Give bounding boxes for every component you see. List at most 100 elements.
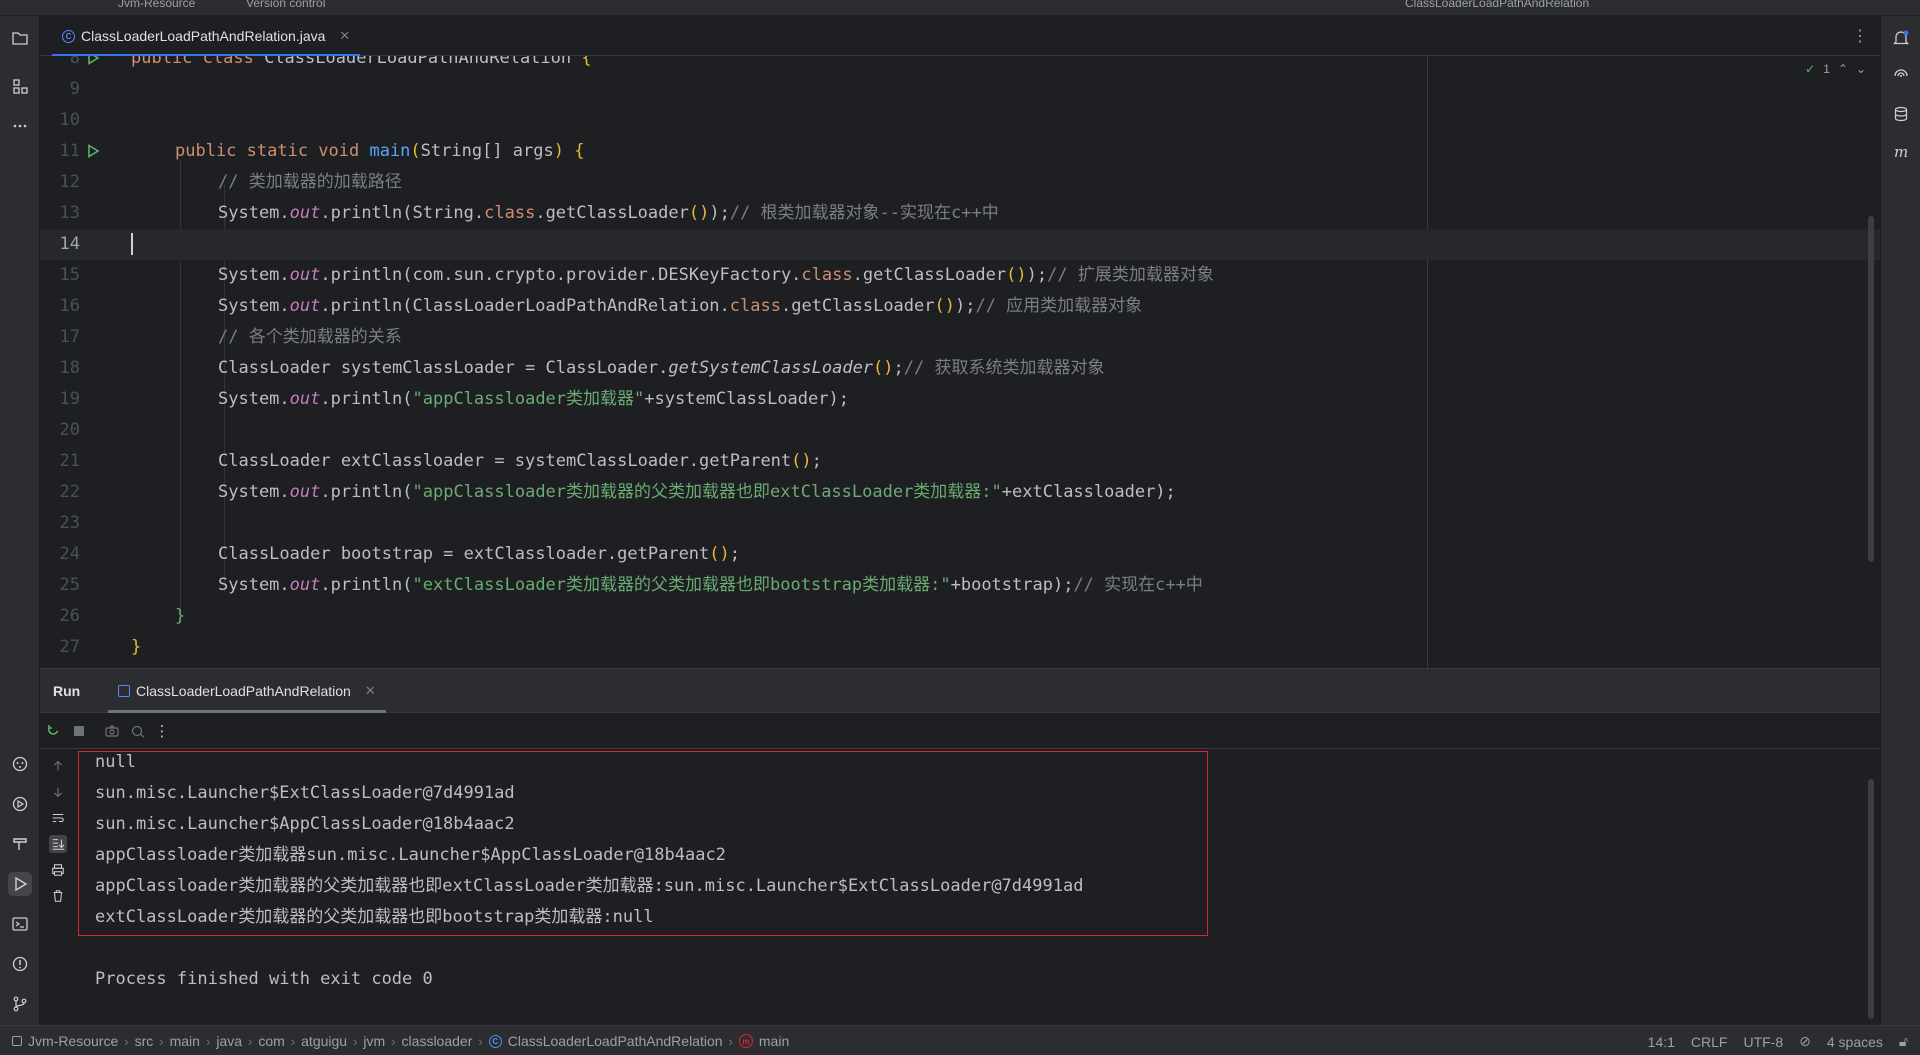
- chevron-right-icon: ›: [124, 1033, 129, 1049]
- code-line: 17 // 各个类加载器的关系: [40, 322, 1880, 353]
- vcs-widget[interactable]: Version control: [246, 0, 325, 10]
- line-number: 8: [69, 56, 80, 68]
- line-number: 15: [59, 265, 80, 285]
- tab-options-icon[interactable]: ⋮: [1852, 26, 1868, 46]
- code-line-current: 14: [40, 229, 1880, 260]
- left-tool-strip: [0, 16, 40, 1025]
- code-text: System.out.println(com.sun.crypto.provid…: [218, 265, 1214, 285]
- notifications-icon[interactable]: [1889, 26, 1913, 50]
- editor-tab[interactable]: C ClassLoaderLoadPathAndRelation.java ✕: [52, 16, 361, 57]
- rerun-icon[interactable]: [45, 723, 61, 739]
- line-separator[interactable]: CRLF: [1691, 1034, 1728, 1050]
- problems-icon[interactable]: [8, 952, 32, 976]
- arrow-down-icon[interactable]: [49, 783, 67, 801]
- structure-icon[interactable]: [8, 74, 32, 98]
- arrow-up-icon[interactable]: [49, 757, 67, 775]
- editor-scrollbar[interactable]: [1868, 216, 1874, 562]
- line-number: 26: [59, 606, 80, 626]
- line-number: 14: [59, 234, 80, 254]
- class-icon: C: [62, 29, 75, 43]
- code-line: 13 System.out.println(String.class.getCl…: [40, 198, 1880, 229]
- line-number: 9: [69, 79, 80, 99]
- code-text: System.out.println("appClassloader类加载器的父…: [218, 482, 1176, 502]
- breadcrumb-item[interactable]: main: [170, 1033, 200, 1049]
- code-line: 19 System.out.println("appClassloader类加载…: [40, 384, 1880, 415]
- stop-icon[interactable]: [71, 723, 87, 739]
- console-scrollbar[interactable]: [1868, 779, 1874, 1019]
- chevron-right-icon: ›: [205, 1033, 211, 1049]
- code-line: 15 System.out.println(com.sun.crypto.pro…: [40, 260, 1880, 291]
- breadcrumb-item[interactable]: java: [216, 1033, 242, 1049]
- build-icon[interactable]: [8, 832, 32, 856]
- run-icon[interactable]: [8, 872, 32, 896]
- breadcrumb: Jvm-Resource › src › main › java › com ›…: [12, 1033, 789, 1049]
- caret-position[interactable]: 14:1: [1648, 1034, 1675, 1050]
- more-icon[interactable]: [8, 114, 32, 138]
- plugins-icon[interactable]: [8, 752, 32, 776]
- line-number: 27: [59, 637, 80, 657]
- code-editor[interactable]: ✓ 1 ⌃ ⌄ 8 public class ClassLoaderLoadPa…: [40, 56, 1880, 668]
- class-icon: C: [488, 1034, 502, 1048]
- scroll-to-end-icon[interactable]: [49, 835, 67, 853]
- indent-setting[interactable]: 4 spaces: [1827, 1034, 1883, 1050]
- database-icon[interactable]: [1889, 102, 1913, 126]
- code-line: 18 ClassLoader systemClassLoader = Class…: [40, 353, 1880, 384]
- breadcrumb-item[interactable]: com: [258, 1033, 284, 1049]
- print-icon[interactable]: [49, 861, 67, 879]
- line-number: 16: [59, 296, 80, 316]
- run-gutter-icon[interactable]: [86, 144, 100, 158]
- code-line: 22 System.out.println("appClassloader类加载…: [40, 477, 1880, 508]
- breadcrumb-item[interactable]: src: [135, 1033, 154, 1049]
- editor-tab-bar: C ClassLoaderLoadPathAndRelation.java ✕ …: [40, 16, 1880, 57]
- code-text: System.out.println(String.class.getClass…: [218, 203, 999, 223]
- file-encoding[interactable]: UTF-8: [1743, 1034, 1783, 1050]
- trash-icon[interactable]: [49, 887, 67, 905]
- project-name[interactable]: Jvm-Resource: [118, 0, 195, 10]
- run-panel-header: Run ClassLoaderLoadPathAndRelation ✕: [40, 669, 1880, 713]
- run-tool-window: Run ClassLoaderLoadPathAndRelation ✕ ⋮ n…: [40, 668, 1880, 1025]
- code-line: 11 public static void main(String[] args…: [40, 136, 1880, 167]
- breadcrumb-item[interactable]: ClassLoaderLoadPathAndRelation: [508, 1033, 723, 1049]
- chevron-right-icon: ›: [478, 1033, 483, 1049]
- line-number: 12: [59, 172, 80, 192]
- line-number: 10: [59, 110, 80, 130]
- code-line: 12 // 类加载器的加载路径: [40, 167, 1880, 198]
- folder-icon[interactable]: [8, 26, 32, 50]
- breadcrumb-item[interactable]: classloader: [402, 1033, 473, 1049]
- line-number: 22: [59, 482, 80, 502]
- debug-attach-icon[interactable]: [130, 723, 146, 739]
- line-number: 17: [59, 327, 80, 347]
- close-icon[interactable]: ✕: [339, 28, 350, 44]
- camera-icon[interactable]: [104, 723, 120, 739]
- lock-icon[interactable]: 🔓︎: [1899, 1033, 1908, 1050]
- maven-icon[interactable]: m: [1889, 140, 1913, 164]
- code-line: 26 }: [40, 601, 1880, 632]
- run-config-selector[interactable]: ClassLoaderLoadPathAndRelation: [1405, 0, 1589, 10]
- code-text: public static void main(String[] args) {: [175, 141, 585, 161]
- breadcrumb-item[interactable]: Jvm-Resource: [28, 1033, 118, 1049]
- ai-assistant-icon[interactable]: [1889, 64, 1913, 88]
- line-number: 24: [59, 544, 80, 564]
- breadcrumb-item[interactable]: atguigu: [301, 1033, 347, 1049]
- breadcrumb-item[interactable]: main: [759, 1033, 789, 1049]
- code-text: ClassLoader systemClassLoader = ClassLoa…: [218, 358, 1105, 378]
- code-comment: // 类加载器的加载路径: [218, 172, 402, 192]
- git-icon[interactable]: [8, 992, 32, 1016]
- line-number: 13: [59, 203, 80, 223]
- terminal-icon[interactable]: [8, 912, 32, 936]
- more-icon[interactable]: ⋮: [154, 723, 170, 740]
- readonly-toggle-icon[interactable]: ⊘: [1799, 1033, 1811, 1050]
- code-line: 10: [40, 105, 1880, 136]
- run-gutter-icon[interactable]: [86, 56, 100, 65]
- close-icon[interactable]: ✕: [365, 683, 376, 699]
- run-panel-title: Run: [53, 683, 81, 699]
- services-icon[interactable]: [8, 792, 32, 816]
- line-number: 20: [59, 420, 80, 440]
- code-line: 9: [40, 74, 1880, 105]
- soft-wrap-icon[interactable]: [49, 809, 67, 827]
- status-widgets: 14:1 CRLF UTF-8 ⊘ 4 spaces 🔓︎: [1648, 1033, 1908, 1050]
- run-tab[interactable]: ClassLoaderLoadPathAndRelation ✕: [108, 669, 386, 713]
- line-number: 18: [59, 358, 80, 378]
- breadcrumb-item[interactable]: jvm: [363, 1033, 385, 1049]
- code-text: ClassLoader extClassloader = systemClass…: [218, 451, 822, 471]
